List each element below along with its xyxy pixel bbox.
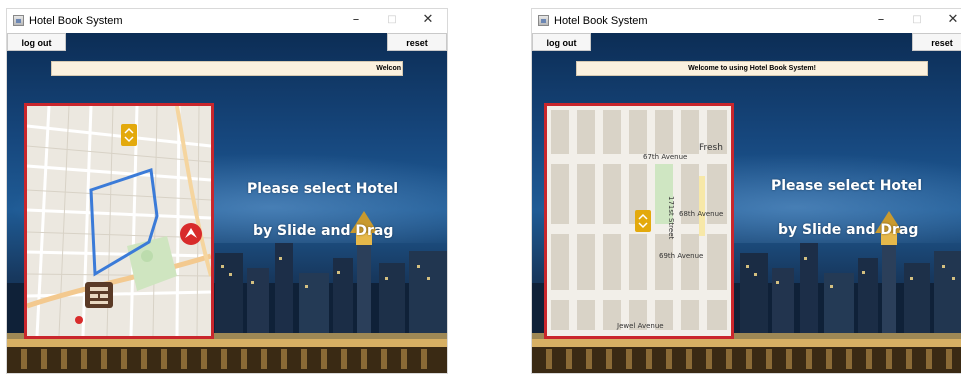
- street-map: [27, 106, 211, 336]
- hotel-marker-icon[interactable]: [121, 124, 137, 146]
- maximize-button[interactable]: □: [908, 12, 926, 28]
- logout-button[interactable]: log out: [7, 33, 66, 51]
- main-panel: log out reset Welcome to using Hotel Boo…: [532, 33, 961, 373]
- hotel-marker-icon[interactable]: [635, 210, 651, 232]
- title-bar: Hotel Book System – □ ✕: [7, 9, 447, 33]
- instruction-line-2: by Slide and Drag: [778, 222, 919, 238]
- window-title: Hotel Book System: [29, 15, 123, 27]
- building-marker-icon[interactable]: [85, 282, 113, 308]
- close-button[interactable]: ✕: [419, 12, 437, 28]
- title-bar: Hotel Book System – □ ✕: [532, 9, 961, 33]
- main-panel: log out reset Welcon Please select Hotel…: [7, 33, 447, 373]
- logout-button[interactable]: log out: [532, 33, 591, 51]
- reset-button[interactable]: reset: [912, 33, 961, 51]
- street-label: 69th Avenue: [659, 252, 703, 260]
- street-label: 68th Avenue: [679, 210, 723, 218]
- minimize-button[interactable]: –: [872, 12, 890, 28]
- pin-icon: [75, 316, 83, 324]
- instruction-line-1: Please select Hotel: [247, 181, 399, 197]
- street-label: 171st Street: [667, 196, 675, 240]
- welcome-banner: Welcome to using Hotel Book System!: [576, 61, 928, 76]
- draggable-map[interactable]: 67th Avenue Fresh 68th Avenue 69th Avenu…: [544, 103, 734, 339]
- minimize-button[interactable]: –: [347, 12, 365, 28]
- street-label: 67th Avenue: [643, 153, 687, 161]
- close-button[interactable]: ✕: [944, 12, 961, 28]
- instruction-line-1: Please select Hotel: [771, 178, 923, 194]
- maximize-button[interactable]: □: [383, 12, 401, 28]
- welcome-banner: Welcon: [51, 61, 403, 76]
- reset-button[interactable]: reset: [387, 33, 447, 51]
- street-label: Fresh: [699, 143, 723, 153]
- hotel-book-window-2: Hotel Book System – □ ✕ log out reset We…: [531, 8, 961, 374]
- street-map: 67th Avenue Fresh 68th Avenue 69th Avenu…: [547, 106, 731, 336]
- window-title: Hotel Book System: [554, 15, 648, 27]
- arrow-marker-icon[interactable]: [180, 223, 202, 245]
- app-icon: [13, 15, 24, 26]
- hotel-book-window-1: Hotel Book System – □ ✕ log out reset We…: [6, 8, 448, 374]
- street-label: Jewel Avenue: [616, 322, 664, 330]
- instruction-line-2: by Slide and Drag: [253, 223, 394, 239]
- draggable-map[interactable]: [24, 103, 214, 339]
- app-icon: [538, 15, 549, 26]
